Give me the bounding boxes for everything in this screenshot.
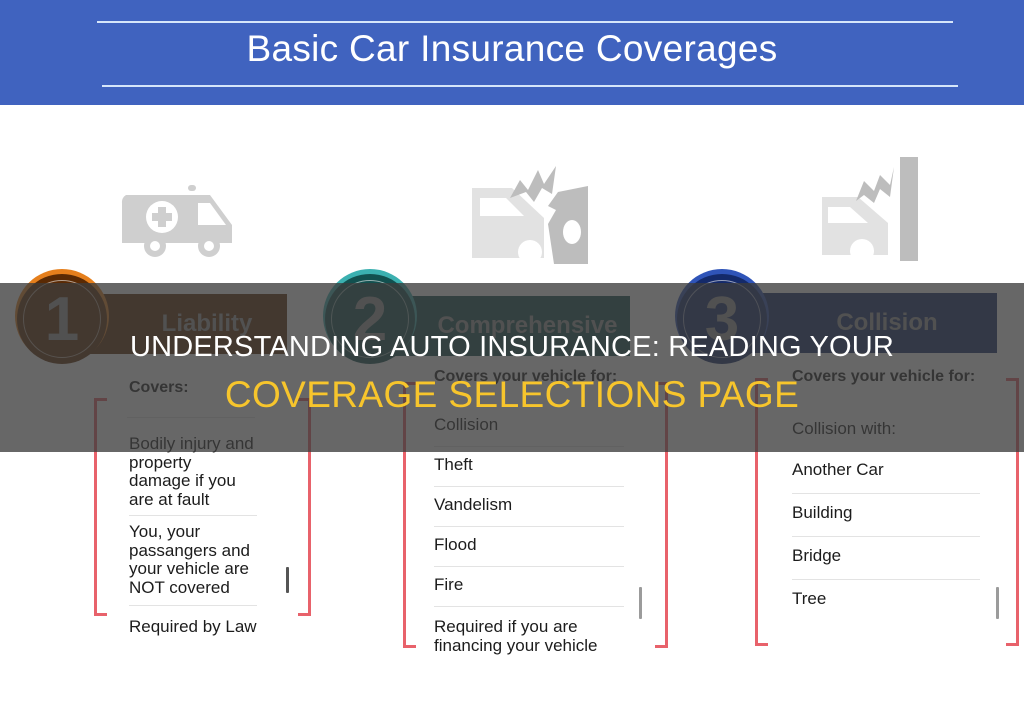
ambulance-icon: [120, 175, 245, 257]
list-item: Bridge: [792, 537, 980, 580]
overlay-title-line1: UNDERSTANDING AUTO INSURANCE: READING YO…: [129, 331, 895, 363]
overlay-title-line2: COVERAGE SELECTIONS PAGE: [224, 374, 800, 415]
list-item: Building: [792, 494, 980, 537]
header-rule-bottom: [102, 85, 958, 87]
list-item: Tree: [792, 589, 827, 608]
list-item: Fire: [434, 567, 624, 607]
header-title: Basic Car Insurance Coverages: [246, 28, 778, 69]
car-wall-collision-icon: [820, 155, 925, 265]
title-overlay-band: [0, 283, 1024, 452]
car-crash-icon: [468, 160, 593, 265]
scrollbar-thumb[interactable]: [639, 587, 642, 619]
scrollbar-thumb[interactable]: [286, 567, 289, 593]
header-banner: Basic Car Insurance Coverages: [0, 0, 1024, 105]
list-item: Another Car: [792, 450, 980, 494]
scrollbar-thumb[interactable]: [996, 587, 999, 619]
list-item: You, your passangers and your vehicle ar…: [129, 516, 257, 606]
list-item: Vandelism: [434, 487, 624, 527]
list-item: Theft: [434, 447, 624, 487]
list-item: Flood: [434, 527, 624, 567]
header-rule-top: [97, 21, 953, 23]
list-item: Required if you are financing your vehic…: [434, 617, 598, 655]
list-item: Required by Law: [129, 617, 257, 636]
